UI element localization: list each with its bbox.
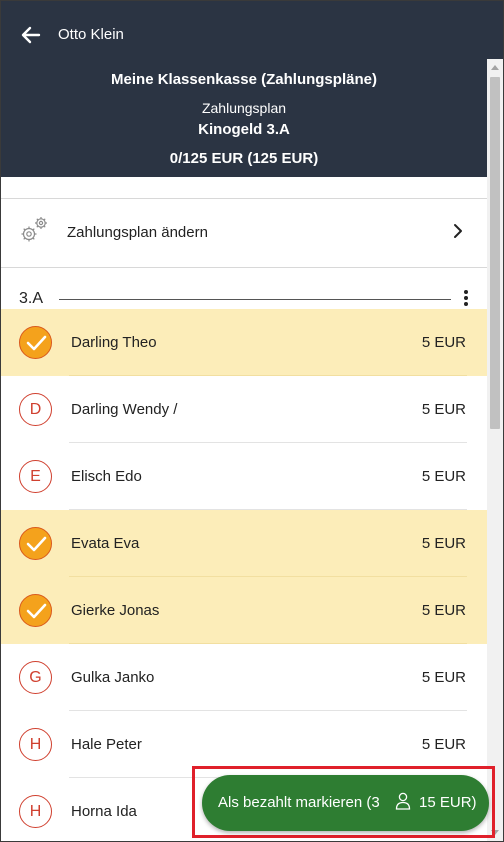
student-initial-avatar[interactable]: E: [19, 460, 52, 493]
page-title: Meine Klassenkasse (Zahlungspläne): [111, 71, 377, 88]
person-icon: [395, 792, 411, 810]
student-initial-avatar[interactable]: H: [19, 795, 52, 828]
student-price: 5 EUR: [421, 736, 466, 753]
scrollbar-thumb[interactable]: [490, 77, 500, 429]
class-name: 3.A: [19, 290, 44, 307]
mark-as-paid-button[interactable]: Als bezahlt markieren (3 15 EUR): [202, 775, 489, 831]
student-row[interactable]: Darling Theo 5 EUR: [1, 309, 487, 376]
student-price: 5 EUR: [421, 669, 466, 686]
student-row[interactable]: Gierke Jonas 5 EUR: [1, 577, 487, 644]
app-header: Otto Klein Meine Klassenkasse (Zahlungsp…: [1, 1, 503, 177]
student-initial-avatar[interactable]: D: [19, 393, 52, 426]
student-name: Gulka Janko: [71, 669, 155, 686]
student-row[interactable]: Evata Eva 5 EUR: [1, 510, 487, 577]
header-spacer: [1, 177, 487, 199]
change-payment-plan-label: Zahlungsplan ändern: [67, 224, 208, 241]
group-divider: [59, 299, 451, 300]
student-row[interactable]: E Elisch Edo 5 EUR: [1, 443, 487, 510]
page-subtitle: Zahlungsplan: [201, 100, 287, 116]
student-price: 5 EUR: [421, 468, 466, 485]
app-frame: Otto Klein Meine Klassenkasse (Zahlungsp…: [0, 0, 504, 842]
student-price: 5 EUR: [421, 602, 466, 619]
student-initial-avatar[interactable]: H: [19, 728, 52, 761]
back-arrow-icon[interactable]: [19, 23, 43, 47]
user-name: Otto Klein: [58, 26, 124, 43]
student-name: Elisch Edo: [71, 468, 142, 485]
checkmark-icon[interactable]: [19, 326, 52, 359]
student-row[interactable]: G Gulka Janko 5 EUR: [1, 644, 487, 711]
mark-as-paid-total: 15 EUR): [419, 794, 477, 811]
student-price: 5 EUR: [421, 334, 466, 351]
student-name: Darling Theo: [71, 334, 157, 351]
student-name: Darling Wendy /: [71, 401, 178, 418]
vertical-scrollbar[interactable]: [487, 59, 503, 841]
student-row[interactable]: D Darling Wendy / 5 EUR: [1, 376, 487, 443]
checkmark-icon[interactable]: [19, 527, 52, 560]
student-name: Evata Eva: [71, 535, 140, 552]
checkmark-icon[interactable]: [19, 594, 52, 627]
class-group-header: 3.A: [1, 287, 487, 309]
student-price: 5 EUR: [421, 535, 466, 552]
student-name: Horna Ida: [71, 803, 137, 820]
student-name: Gierke Jonas: [71, 602, 160, 619]
student-price: 5 EUR: [421, 401, 466, 418]
student-initial-avatar[interactable]: G: [19, 661, 52, 694]
change-payment-plan-item[interactable]: Zahlungsplan ändern: [1, 199, 487, 268]
chevron-right-icon: [454, 224, 462, 238]
payment-plan-name: Kinogeld 3.A: [198, 121, 290, 138]
gears-icon: [21, 217, 47, 242]
payment-plan-amount: 0/125 EUR (125 EUR): [169, 150, 319, 167]
more-options-icon[interactable]: [459, 288, 473, 308]
scroll-up-arrow-icon[interactable]: [491, 65, 499, 70]
student-name: Hale Peter: [71, 736, 142, 753]
mark-as-paid-label: Als bezahlt markieren (3: [218, 794, 380, 811]
